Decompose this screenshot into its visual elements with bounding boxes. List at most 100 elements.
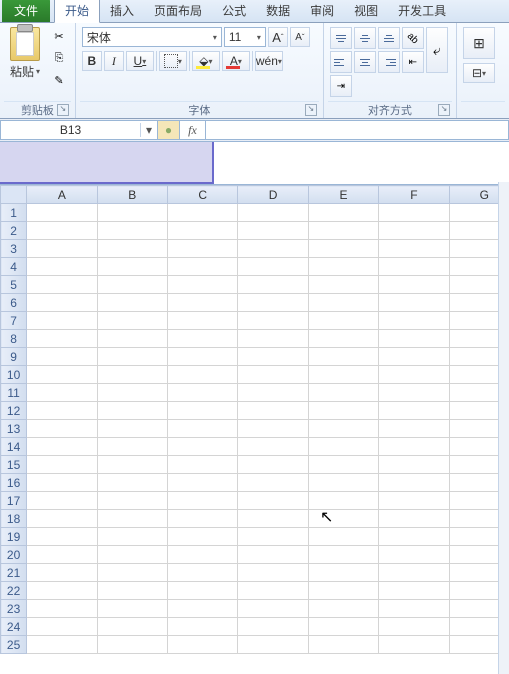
row-header[interactable]: 18 — [1, 510, 27, 528]
cell[interactable] — [97, 456, 167, 474]
row-header[interactable]: 9 — [1, 348, 27, 366]
underline-button[interactable]: U▾ — [126, 51, 154, 71]
row-header[interactable]: 23 — [1, 600, 27, 618]
row-header[interactable]: 13 — [1, 420, 27, 438]
row-header[interactable]: 15 — [1, 456, 27, 474]
col-header[interactable]: A — [27, 186, 97, 204]
cell[interactable] — [238, 258, 308, 276]
cell[interactable] — [27, 438, 97, 456]
col-header[interactable]: D — [238, 186, 308, 204]
cell[interactable] — [27, 564, 97, 582]
cell[interactable] — [97, 492, 167, 510]
cell[interactable] — [379, 204, 449, 222]
cell[interactable] — [308, 402, 378, 420]
cell[interactable] — [238, 528, 308, 546]
col-header[interactable]: F — [379, 186, 449, 204]
cell[interactable] — [238, 564, 308, 582]
tab-formula[interactable]: 公式 — [212, 0, 256, 22]
tab-data[interactable]: 数据 — [256, 0, 300, 22]
cell[interactable] — [27, 546, 97, 564]
cell[interactable] — [308, 528, 378, 546]
fill-color-button[interactable]: ⬙▾ — [192, 51, 220, 71]
cell[interactable] — [167, 258, 237, 276]
tab-developer[interactable]: 开发工具 — [388, 0, 456, 22]
row-header[interactable]: 20 — [1, 546, 27, 564]
cell[interactable] — [379, 510, 449, 528]
shrink-font-button[interactable]: Aˇ — [290, 27, 310, 47]
cell[interactable] — [379, 456, 449, 474]
col-header[interactable]: C — [167, 186, 237, 204]
tab-page-layout[interactable]: 页面布局 — [144, 0, 212, 22]
cell[interactable] — [27, 492, 97, 510]
cell[interactable] — [97, 402, 167, 420]
cell[interactable] — [27, 276, 97, 294]
cell[interactable] — [167, 582, 237, 600]
cell[interactable] — [27, 366, 97, 384]
cell[interactable] — [379, 348, 449, 366]
cell[interactable] — [97, 258, 167, 276]
cell[interactable] — [167, 276, 237, 294]
cell[interactable] — [167, 222, 237, 240]
cell[interactable] — [167, 366, 237, 384]
wrap-text-button[interactable]: ⤶ — [426, 27, 448, 73]
cell[interactable] — [27, 510, 97, 528]
cell[interactable] — [379, 546, 449, 564]
cell[interactable] — [308, 312, 378, 330]
cell[interactable] — [27, 402, 97, 420]
row-header[interactable]: 6 — [1, 294, 27, 312]
cell[interactable] — [308, 492, 378, 510]
cell[interactable] — [379, 240, 449, 258]
align-top-button[interactable] — [330, 27, 352, 49]
cell[interactable] — [97, 420, 167, 438]
cell[interactable] — [308, 384, 378, 402]
cell[interactable] — [308, 240, 378, 258]
cell[interactable] — [238, 438, 308, 456]
cell[interactable] — [27, 420, 97, 438]
cell[interactable] — [379, 636, 449, 654]
cell[interactable] — [308, 420, 378, 438]
cell[interactable] — [167, 348, 237, 366]
format-painter-button[interactable]: ✎ — [50, 71, 68, 89]
cell[interactable] — [97, 618, 167, 636]
align-center-button[interactable] — [354, 51, 376, 73]
cell[interactable] — [27, 204, 97, 222]
cell[interactable] — [238, 636, 308, 654]
cell[interactable] — [167, 492, 237, 510]
row-header[interactable]: 3 — [1, 240, 27, 258]
cell[interactable] — [97, 222, 167, 240]
cell[interactable] — [167, 204, 237, 222]
row-header[interactable]: 14 — [1, 438, 27, 456]
tab-file[interactable]: 文件 — [2, 0, 50, 22]
font-size-combo[interactable]: 11▾ — [224, 27, 266, 47]
row-header[interactable]: 19 — [1, 528, 27, 546]
cell[interactable] — [97, 564, 167, 582]
cell[interactable] — [97, 366, 167, 384]
cell[interactable] — [27, 222, 97, 240]
row-header[interactable]: 7 — [1, 312, 27, 330]
row-header[interactable]: 5 — [1, 276, 27, 294]
cell[interactable] — [308, 438, 378, 456]
cell[interactable] — [97, 384, 167, 402]
font-launcher[interactable]: ↘ — [305, 104, 317, 116]
row-header[interactable]: 10 — [1, 366, 27, 384]
cell[interactable] — [238, 582, 308, 600]
cell[interactable] — [97, 438, 167, 456]
col-header[interactable]: E — [308, 186, 378, 204]
cell[interactable] — [167, 618, 237, 636]
merge-dropdown[interactable]: ⊟▾ — [463, 63, 495, 83]
cell[interactable] — [308, 600, 378, 618]
cell[interactable] — [27, 294, 97, 312]
cell[interactable] — [308, 510, 378, 528]
cell[interactable] — [167, 564, 237, 582]
cell[interactable] — [97, 294, 167, 312]
cell[interactable] — [379, 294, 449, 312]
tab-home[interactable]: 开始 — [54, 0, 100, 23]
cell[interactable] — [379, 312, 449, 330]
cell[interactable] — [27, 636, 97, 654]
name-box-dropdown[interactable]: ▾ — [140, 123, 157, 137]
cell[interactable] — [97, 312, 167, 330]
cell[interactable] — [308, 636, 378, 654]
row-header[interactable]: 2 — [1, 222, 27, 240]
cell[interactable] — [379, 492, 449, 510]
cell[interactable] — [379, 222, 449, 240]
